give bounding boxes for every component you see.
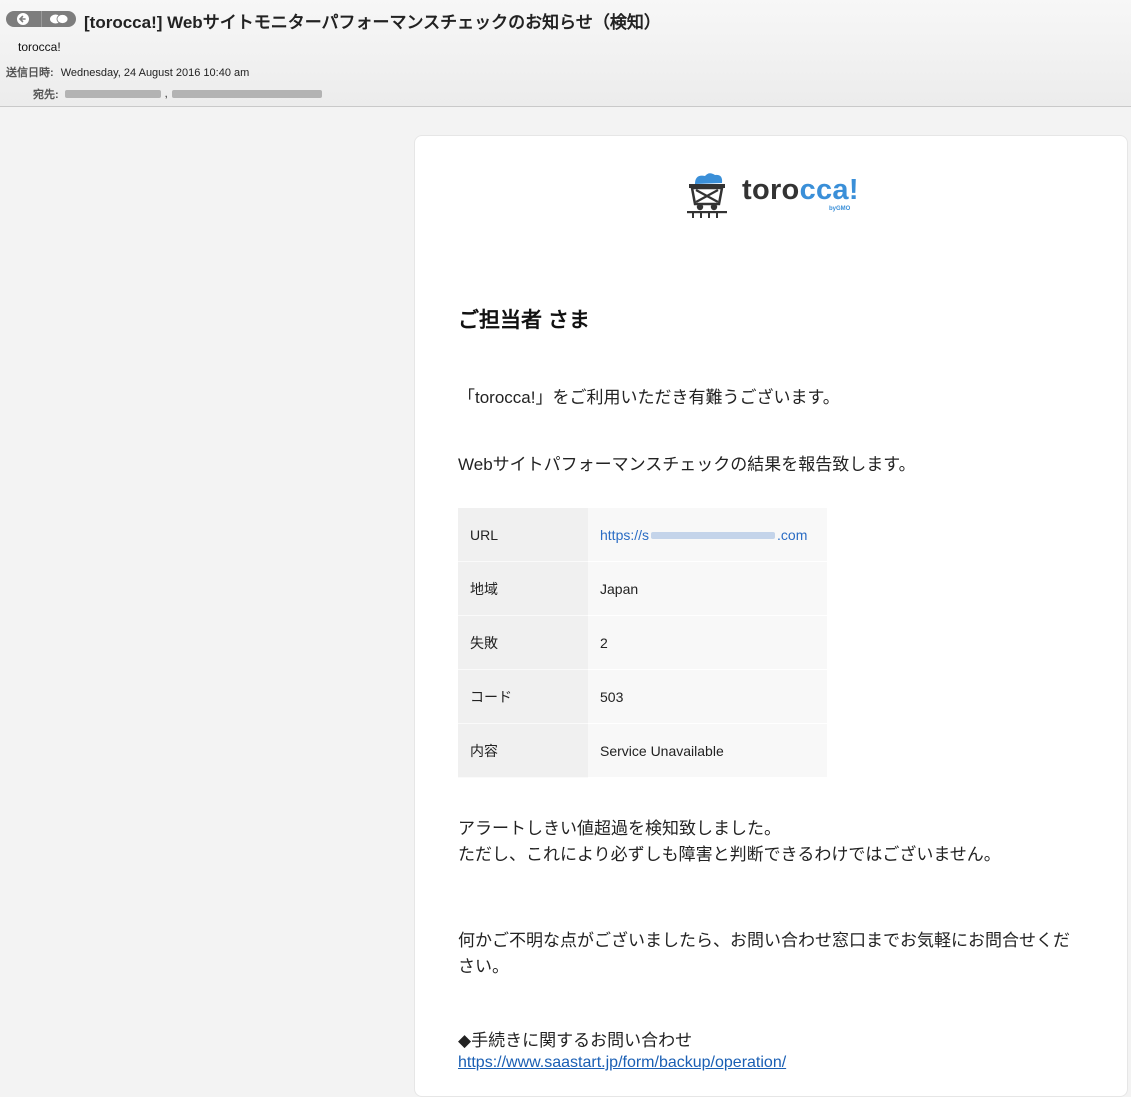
logo-byline: byGMO bbox=[829, 206, 851, 212]
thanks-text: 「torocca!」をご利用いただき有難うございます。 bbox=[458, 388, 840, 407]
row-label: URL bbox=[458, 508, 588, 562]
back-button[interactable] bbox=[6, 11, 41, 27]
row-value: https://s .com bbox=[588, 508, 827, 562]
contact-text: 何かご不明な点がございましたら、お問い合わせ窓口までお気軽にお問合せください。 bbox=[458, 931, 1070, 976]
check-result-table: URL https://s .com 地域 Japan 失敗 2 コード 503 … bbox=[458, 508, 827, 778]
row-value: 503 bbox=[588, 669, 827, 724]
torocca-logo: torocca! byGMO bbox=[683, 168, 863, 220]
mine-cart-icon bbox=[687, 173, 727, 218]
logo-wordmark: torocca! bbox=[742, 174, 859, 206]
recipient-label: 宛先: bbox=[33, 89, 59, 101]
row-label: 地域 bbox=[458, 561, 588, 616]
arrow-left-icon bbox=[17, 13, 30, 25]
alert-text: アラートしきい値超過を検知致しました。 ただし、これにより必ずしも障害と判断でき… bbox=[458, 819, 1001, 864]
table-row: 内容 Service Unavailable bbox=[458, 723, 827, 778]
redacted-recipient bbox=[64, 90, 161, 98]
mail-header: [torocca!] Webサイトモニターパフォーマンスチェックのお知らせ（検知… bbox=[0, 0, 1131, 107]
row-value: 2 bbox=[588, 615, 827, 670]
row-label: 失敗 bbox=[458, 615, 588, 670]
table-row: 地域 Japan bbox=[458, 561, 827, 616]
nav-pill bbox=[6, 11, 76, 27]
redacted-url bbox=[651, 532, 776, 540]
table-row: URL https://s .com bbox=[458, 508, 827, 562]
row-label: コード bbox=[458, 669, 588, 724]
table-row: コード 503 bbox=[458, 669, 827, 724]
sender-name: torocca! bbox=[18, 40, 61, 54]
email-card: torocca! byGMO ご担当者 さま 「torocca!」をご利用いただ… bbox=[414, 135, 1128, 1097]
redacted-recipient bbox=[171, 90, 322, 98]
row-value: Japan bbox=[588, 561, 827, 616]
procedure-label: ◆手続きに関するお問い合わせ bbox=[458, 1031, 693, 1050]
greeting: ご担当者 さま bbox=[458, 309, 590, 332]
conversation-button[interactable] bbox=[40, 11, 77, 27]
recipient-line: 宛先: , bbox=[33, 86, 322, 102]
table-row: 失敗 2 bbox=[458, 615, 827, 670]
sent-date-value: Wednesday, 24 August 2016 10:40 am bbox=[60, 67, 250, 79]
row-value: Service Unavailable bbox=[588, 723, 827, 778]
row-label: 内容 bbox=[458, 723, 588, 778]
url-link[interactable]: https://s .com bbox=[600, 527, 807, 543]
sent-date-label: 送信日時: bbox=[6, 67, 54, 79]
report-intro: Webサイトパフォーマンスチェックの結果を報告致します。 bbox=[458, 455, 916, 474]
sent-date-line: 送信日時: Wednesday, 24 August 2016 10:40 am bbox=[6, 64, 249, 80]
speech-bubbles-icon bbox=[49, 13, 69, 25]
mail-subject: [torocca!] Webサイトモニターパフォーマンスチェックのお知らせ（検知… bbox=[84, 13, 661, 32]
procedure-link[interactable]: https://www.saastart.jp/form/backup/oper… bbox=[458, 1054, 786, 1072]
